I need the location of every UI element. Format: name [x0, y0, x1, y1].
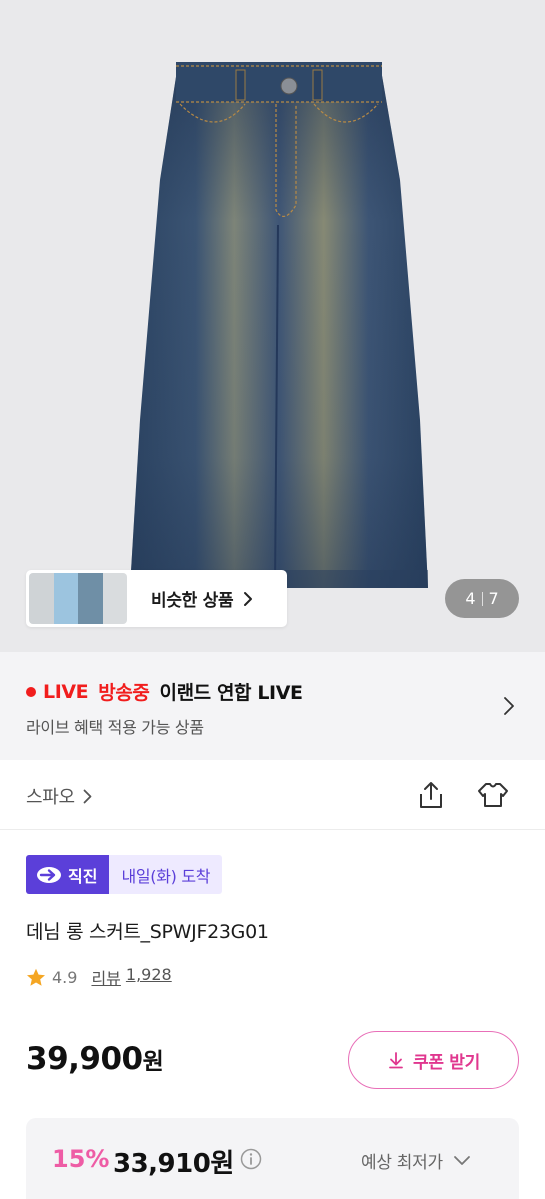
- review-count: 1,928: [125, 965, 172, 984]
- image-counter-total: 7: [488, 589, 499, 608]
- lowest-price-toggle[interactable]: 예상 최저가: [361, 1148, 471, 1173]
- discount-panel[interactable]: 15% 33,910원 예상 최저가: [26, 1118, 519, 1199]
- live-tag: LIVE: [43, 680, 89, 703]
- live-on-air: 방송중: [98, 682, 150, 704]
- price-value: 39,900: [26, 1041, 143, 1077]
- similar-products-label: 비슷한 상품: [151, 591, 234, 611]
- direct-badge-label: 직진: [68, 866, 98, 886]
- brand-row: 스파오: [0, 760, 545, 830]
- product-image-carousel[interactable]: 비슷한 상품 4 7: [0, 0, 545, 652]
- product-title: 데님 롱 스커트_SPWJF23G01: [26, 921, 269, 943]
- brand-link[interactable]: 스파오: [26, 783, 92, 809]
- share-icon[interactable]: [416, 780, 446, 810]
- image-counter: 4 7: [445, 579, 519, 618]
- price-unit: 원: [142, 1049, 164, 1075]
- delivery-badges: 직진 내일(화) 도착: [26, 855, 223, 894]
- review-label: 리뷰: [91, 969, 121, 988]
- live-dot-icon: [26, 686, 36, 697]
- star-icon: [27, 968, 45, 986]
- chevron-down-icon: [453, 1156, 470, 1165]
- image-counter-current: 4: [465, 589, 476, 608]
- product-price: 39,900원: [26, 1041, 164, 1077]
- brand-name: 스파오: [26, 787, 75, 808]
- download-icon: [389, 1052, 403, 1069]
- live-headline: LIVE 방송중 이랜드 연합 LIVE: [26, 678, 303, 705]
- chevron-right-icon: [504, 697, 514, 715]
- rating-row: 4.9 리뷰 1,928: [26, 965, 172, 989]
- lowest-price-label: 예상 최저가: [361, 1153, 443, 1173]
- arrival-badge: 내일(화) 도착: [109, 855, 223, 894]
- chevron-right-icon: [83, 789, 92, 803]
- info-icon[interactable]: [240, 1148, 262, 1170]
- coupon-label: 쿠폰 받기: [413, 1052, 480, 1073]
- rating-score: 4.9: [52, 967, 78, 987]
- skirt-product-image: [130, 62, 428, 589]
- direct-arrow-icon: [37, 866, 61, 883]
- similar-products-button[interactable]: 비슷한 상품: [26, 570, 287, 627]
- direct-badge: 직진: [26, 855, 110, 894]
- coupon-download-button[interactable]: 쿠폰 받기: [348, 1031, 519, 1089]
- chevron-right-icon: [244, 591, 253, 606]
- similar-product-thumbnails: [29, 573, 127, 624]
- discount-price: 33,910원: [113, 1149, 234, 1179]
- live-title: 이랜드 연합 LIVE: [159, 682, 303, 704]
- live-subtitle: 라이브 혜택 적용 가능 상품: [26, 718, 204, 737]
- discount-rate: 15%: [52, 1145, 110, 1173]
- product-page: 비슷한 상품 4 7 LIVE 방송중 이랜드 연합 LIVE 라이브 혜택 적…: [0, 0, 545, 1199]
- wardrobe-icon[interactable]: [475, 780, 511, 810]
- live-banner[interactable]: LIVE 방송중 이랜드 연합 LIVE 라이브 혜택 적용 가능 상품: [0, 652, 545, 760]
- review-link[interactable]: 리뷰 1,928: [91, 965, 171, 989]
